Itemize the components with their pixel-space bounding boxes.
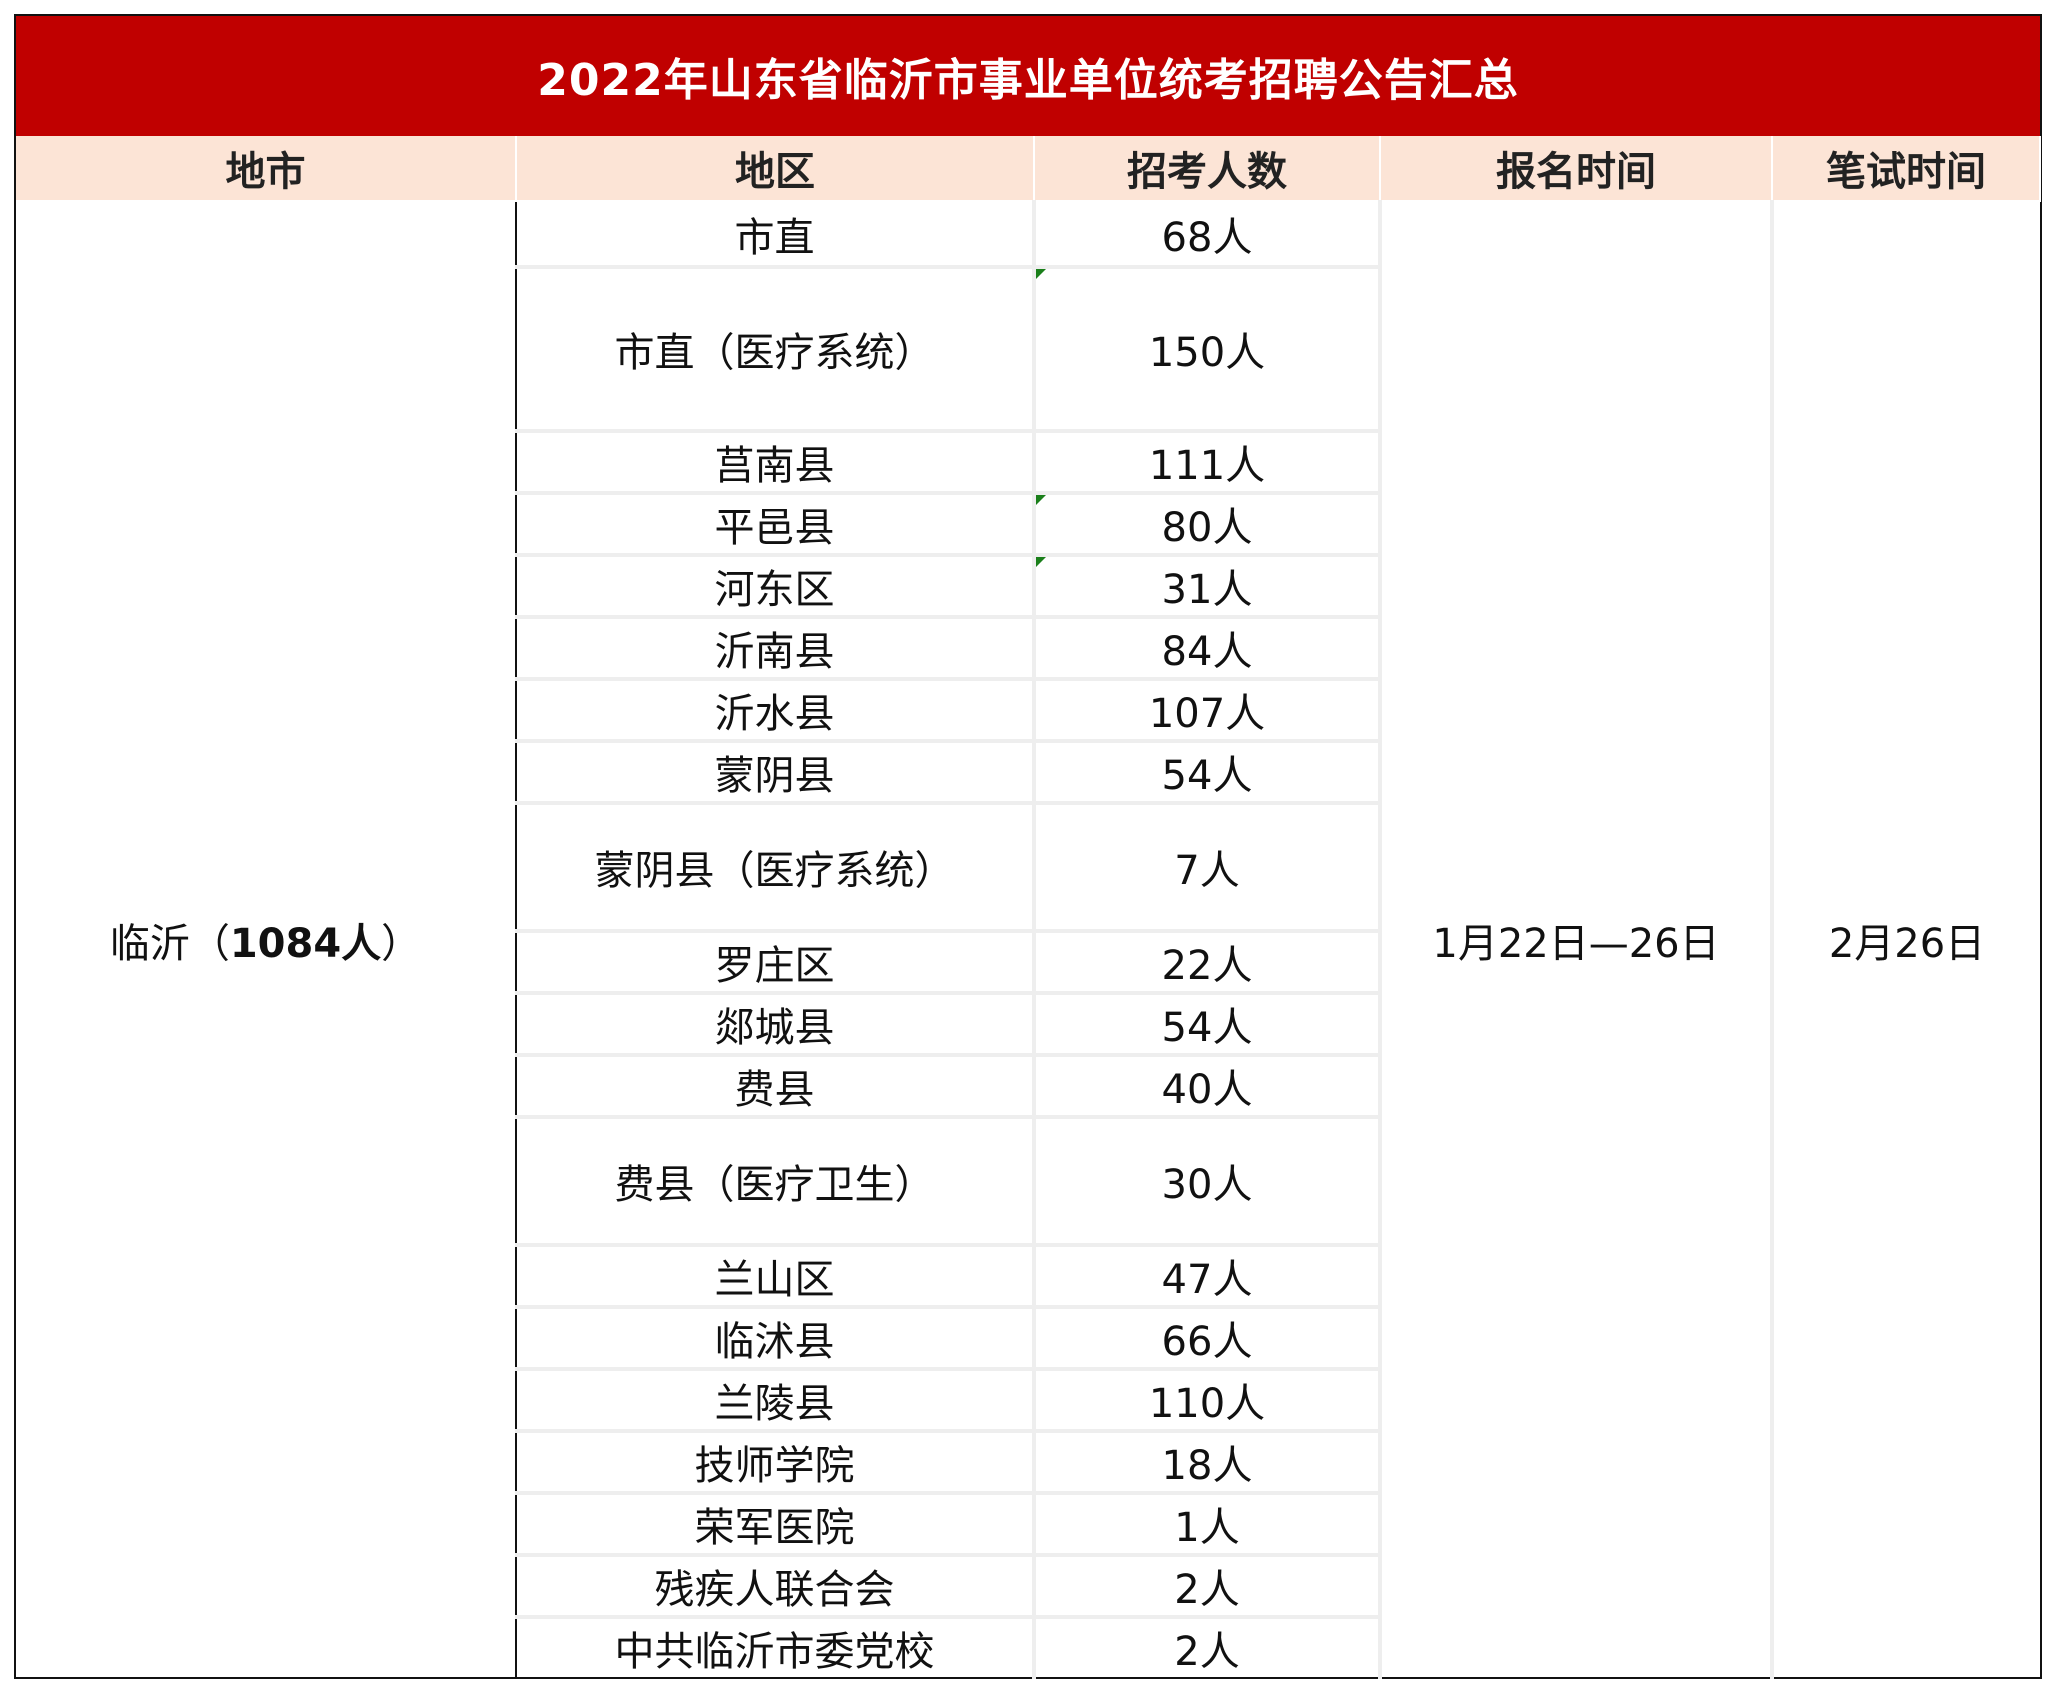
exam-time-cell[interactable]: 2月26日: [1772, 201, 2040, 1679]
count-cell[interactable]: 80人: [1034, 493, 1382, 557]
count-cell[interactable]: 54人: [1034, 993, 1382, 1057]
count-cell[interactable]: 54人: [1034, 741, 1382, 805]
count-cell[interactable]: 40人: [1034, 1055, 1382, 1119]
region-cell[interactable]: 莒南县: [516, 431, 1036, 495]
count-cell[interactable]: 2人: [1034, 1555, 1382, 1619]
count-cell[interactable]: 30人: [1034, 1117, 1382, 1247]
error-indicator-icon: [1036, 557, 1046, 567]
header-region[interactable]: 地区: [516, 136, 1035, 202]
region-cell[interactable]: 蒙阴县（医疗系统）: [516, 803, 1036, 933]
count-cell[interactable]: 84人: [1034, 617, 1382, 681]
header-row: 地市 地区 招考人数 报名时间 笔试时间: [16, 136, 2041, 202]
city-name: 临沂（: [109, 920, 230, 967]
header-exam[interactable]: 笔试时间: [1772, 136, 2041, 202]
region-cell[interactable]: 费县（医疗卫生）: [516, 1117, 1036, 1247]
region-cell[interactable]: 罗庄区: [516, 931, 1036, 995]
count-cell[interactable]: 107人: [1034, 679, 1382, 743]
count-cell[interactable]: 150人: [1034, 267, 1382, 433]
city-close: ）: [381, 920, 422, 967]
region-cell[interactable]: 残疾人联合会: [516, 1555, 1036, 1619]
region-cell[interactable]: 蒙阴县: [516, 741, 1036, 805]
count-cell[interactable]: 2人: [1034, 1617, 1382, 1679]
table-row: 临沂（1084人） 市直 68人 1月22日—26日 2月26日: [16, 201, 2040, 1679]
region-cell[interactable]: 荣军医院: [516, 1493, 1036, 1557]
region-cell[interactable]: 临沭县: [516, 1307, 1036, 1371]
region-cell[interactable]: 沂水县: [516, 679, 1036, 743]
error-indicator-icon: [1036, 495, 1046, 505]
region-cell[interactable]: 平邑县: [516, 493, 1036, 557]
header-city[interactable]: 地市: [16, 136, 517, 202]
region-cell[interactable]: 沂南县: [516, 617, 1036, 681]
city-total: 1084人: [229, 920, 382, 967]
registration-time-cell[interactable]: 1月22日—26日: [1380, 201, 1774, 1679]
count-cell[interactable]: 31人: [1034, 555, 1382, 619]
region-cell[interactable]: 费县: [516, 1055, 1036, 1119]
count-cell[interactable]: 1人: [1034, 1493, 1382, 1557]
count-cell[interactable]: 68人: [1034, 201, 1382, 269]
region-cell[interactable]: 兰山区: [516, 1245, 1036, 1309]
count-cell[interactable]: 66人: [1034, 1307, 1382, 1371]
spreadsheet-table: 2022年山东省临沂市事业单位统考招聘公告汇总 地市 地区 招考人数 报名时间 …: [14, 14, 2042, 1679]
header-count[interactable]: 招考人数: [1034, 136, 1381, 202]
count-cell[interactable]: 47人: [1034, 1245, 1382, 1309]
table-body: 临沂（1084人） 市直 68人 1月22日—26日 2月26日 市直（医疗系统） 150人…: [16, 201, 2040, 1679]
region-cell[interactable]: 市直（医疗系统）: [516, 267, 1036, 433]
region-cell[interactable]: 兰陵县: [516, 1369, 1036, 1433]
error-indicator-icon: [1036, 269, 1046, 279]
city-cell[interactable]: 临沂（1084人）: [16, 201, 517, 1679]
region-cell[interactable]: 中共临沂市委党校: [516, 1617, 1036, 1679]
count-cell[interactable]: 7人: [1034, 803, 1382, 933]
region-cell[interactable]: 市直: [516, 201, 1036, 269]
count-cell[interactable]: 110人: [1034, 1369, 1382, 1433]
header-registration[interactable]: 报名时间: [1380, 136, 1773, 202]
count-cell[interactable]: 111人: [1034, 431, 1382, 495]
region-cell[interactable]: 郯城县: [516, 993, 1036, 1057]
table-title: 2022年山东省临沂市事业单位统考招聘公告汇总: [16, 16, 2040, 136]
count-cell[interactable]: 22人: [1034, 931, 1382, 995]
region-cell[interactable]: 河东区: [516, 555, 1036, 619]
recruitment-table: 地市 地区 招考人数 报名时间 笔试时间 临沂（1084人） 市直 68人 1月22日…: [16, 136, 2041, 1679]
region-cell[interactable]: 技师学院: [516, 1431, 1036, 1495]
count-cell[interactable]: 18人: [1034, 1431, 1382, 1495]
